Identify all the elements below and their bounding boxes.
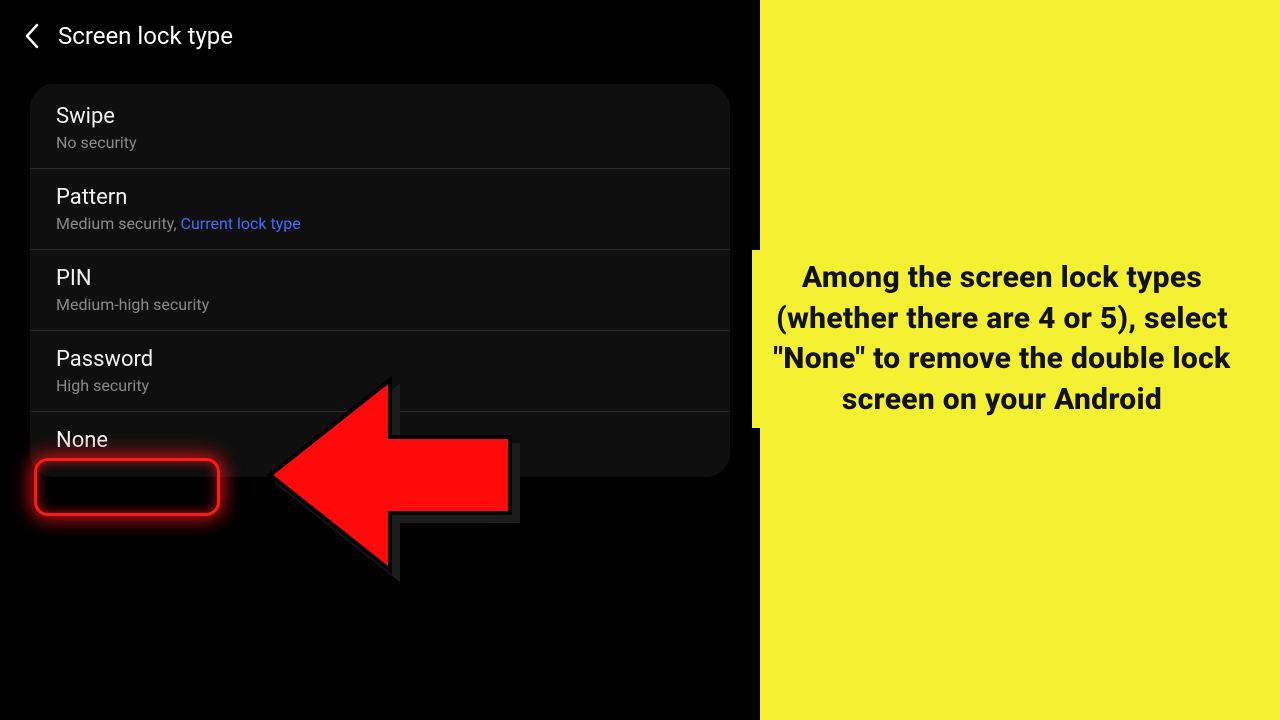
- option-title: PIN: [56, 266, 704, 291]
- option-none[interactable]: None: [30, 412, 730, 473]
- option-password[interactable]: Password High security: [30, 331, 730, 412]
- instruction-panel: Among the screen lock types (whether the…: [752, 250, 1252, 428]
- page-title: Screen lock type: [58, 22, 233, 50]
- option-subtitle: Medium security, Current lock type: [56, 214, 704, 233]
- lock-type-options-card: Swipe No security Pattern Medium securit…: [30, 84, 730, 477]
- option-subtitle: High security: [56, 376, 704, 395]
- back-icon[interactable]: [24, 23, 40, 49]
- option-subtitle: Medium-high security: [56, 295, 704, 314]
- current-lock-label: Current lock type: [181, 214, 301, 233]
- option-pattern[interactable]: Pattern Medium security, Current lock ty…: [30, 169, 730, 250]
- option-swipe[interactable]: Swipe No security: [30, 88, 730, 169]
- option-title: Swipe: [56, 104, 704, 129]
- settings-header: Screen lock type: [0, 0, 760, 72]
- subtitle-prefix: Medium security,: [56, 214, 181, 233]
- option-subtitle: No security: [56, 133, 704, 152]
- instruction-text: Among the screen lock types (whether the…: [762, 258, 1242, 420]
- option-title: Pattern: [56, 185, 704, 210]
- option-title: Password: [56, 347, 704, 372]
- option-title: None: [56, 428, 704, 453]
- phone-screenshot-area: Screen lock type Swipe No security Patte…: [0, 0, 760, 720]
- option-pin[interactable]: PIN Medium-high security: [30, 250, 730, 331]
